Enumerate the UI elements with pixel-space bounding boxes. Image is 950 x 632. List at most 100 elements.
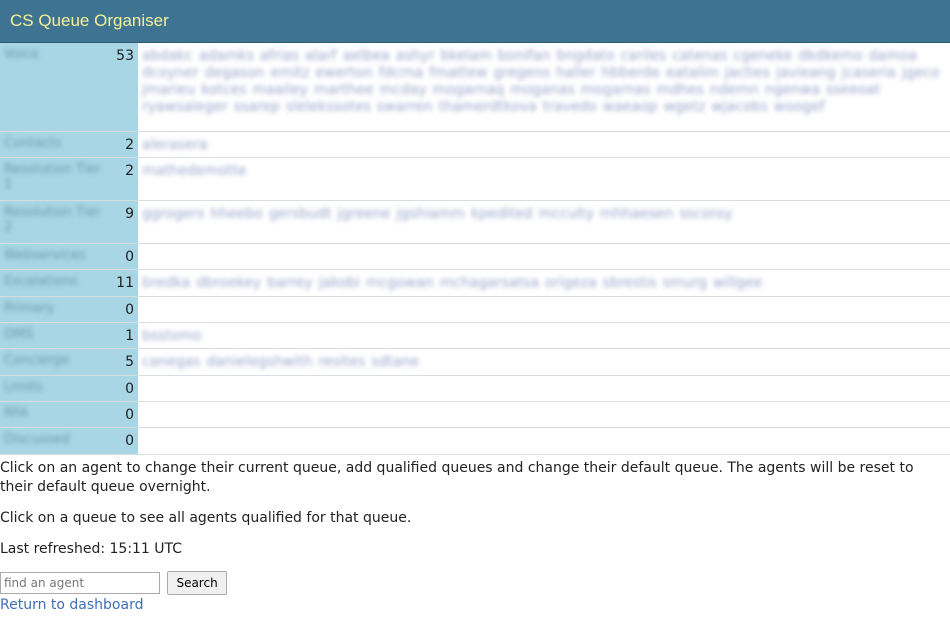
queue-name-cell[interactable]: Voice [0,43,108,132]
agent-link[interactable]: smurg [663,275,707,292]
queue-name-cell[interactable]: Primary [0,296,108,323]
queue-name-cell[interactable]: Discussed [0,427,108,455]
agent-link[interactable]: kpedited [471,206,532,223]
queue-name[interactable]: Contacts [4,136,61,151]
queue-name[interactable]: Discussed [4,432,70,447]
agent-link[interactable]: adamks [199,48,254,65]
agent-link[interactable]: kotces [201,82,246,99]
agent-link[interactable]: ryawsaleger [142,99,228,116]
agent-link[interactable]: maailey [253,82,308,99]
agent-link[interactable]: moganas [510,82,574,99]
agent-link[interactable]: haller [556,65,596,82]
agent-link[interactable]: danielegshwith [207,354,313,371]
queue-name[interactable]: Voice [4,47,39,62]
agent-link[interactable]: wgetz [664,99,706,116]
agent-link[interactable]: ggrogers [142,206,204,223]
agent-link[interactable]: jgshiamm [396,206,465,223]
agent-link[interactable]: aelbea [343,48,390,65]
agent-link[interactable]: cariles [621,48,667,65]
queue-name[interactable]: DMS [4,327,33,342]
agent-link[interactable]: jgeco [902,65,940,82]
agent-link[interactable]: ndemn [710,82,759,99]
agent-link[interactable]: willgee [713,275,762,292]
queue-name[interactable]: RFA [4,406,28,421]
agent-link[interactable]: barrey [267,275,312,292]
queue-name-cell[interactable]: RFA [0,401,108,428]
agent-link[interactable]: ssarep [234,99,280,116]
agent-link[interactable]: eatalim [666,65,719,82]
agent-link[interactable]: mcculty [538,206,594,223]
agent-link[interactable]: emitz [270,65,309,82]
queue-name[interactable]: Resolution Tier 1 [4,162,108,192]
queue-name[interactable]: Resolution Tier 2 [4,205,108,235]
agent-link[interactable]: jgreene [337,206,390,223]
agent-link[interactable]: origeza [545,275,597,292]
agent-link[interactable]: damoa [869,48,917,65]
queue-name-cell[interactable]: Contacts [0,131,108,158]
agent-link[interactable]: fmattew [429,65,487,82]
queue-name[interactable]: Limits [4,380,43,395]
agent-link[interactable]: resites [319,354,366,371]
agent-link[interactable]: mathedemotte [142,163,247,180]
agent-link[interactable]: bkelam [441,48,492,65]
agent-link[interactable]: sdtane [371,354,419,371]
agent-link[interactable]: sscoroy [679,206,732,223]
agent-link[interactable]: degason [205,65,265,82]
agent-link[interactable]: dcoyner [142,65,199,82]
agent-link[interactable]: cgeneke [733,48,792,65]
return-to-dashboard-link[interactable]: Return to dashboard [0,597,143,613]
agent-link[interactable]: mdhes [657,82,704,99]
queue-name-cell[interactable]: Escalations [0,269,108,297]
agent-link[interactable]: fdcrna [379,65,423,82]
agent-link[interactable]: canegas [142,354,201,371]
agent-link[interactable]: bredka [142,275,190,292]
queue-name[interactable]: Escalations [4,274,77,289]
agent-link[interactable]: alerasera [142,137,208,154]
queue-name-cell[interactable]: Webservices [0,243,108,270]
agent-link[interactable]: gersbudt [269,206,332,223]
queue-name-cell[interactable]: Resolution Tier 2 [0,200,108,244]
agent-link[interactable]: mhhaesen [600,206,673,223]
agent-link[interactable]: mcgowan [366,275,434,292]
agent-link[interactable]: mcday [380,82,427,99]
agent-link[interactable]: ashyr [396,48,435,65]
agent-link[interactable]: jcaseria [842,65,896,82]
search-input[interactable] [0,571,160,594]
queue-name[interactable]: Concierge [4,353,69,368]
agent-link[interactable]: dkdkemo [798,48,862,65]
agent-link[interactable]: alarf [305,48,337,65]
agent-link[interactable]: travedo [543,99,597,116]
agent-link[interactable]: wjacobs [711,99,767,116]
queue-name[interactable]: Primary [4,301,54,316]
agent-link[interactable]: jmarieu [142,82,195,99]
search-button[interactable]: Search [167,570,227,595]
agent-link[interactable]: jacties [725,65,770,82]
agent-link[interactable]: bngdato [556,48,614,65]
agent-link[interactable]: sbrestis [603,275,657,292]
agent-link[interactable]: catenas [672,48,727,65]
agent-link[interactable]: mchagarsatsa [440,275,539,292]
agent-link[interactable]: mogarnaq [433,82,505,99]
agent-link[interactable]: bsstomo [142,328,202,345]
queue-name-cell[interactable]: Limits [0,375,108,402]
agent-link[interactable]: mogarnas [581,82,651,99]
agent-link[interactable]: dbroekey [196,275,261,292]
agent-link[interactable]: sseeoat [826,82,880,99]
agent-link[interactable]: woogef [774,99,825,116]
queue-name[interactable]: Webservices [4,248,86,263]
agent-link[interactable]: thamerdtkova [439,99,537,116]
agent-link[interactable]: afrias [260,48,299,65]
agent-link[interactable]: marthee [314,82,374,99]
queue-name-cell[interactable]: DMS [0,322,108,349]
agent-link[interactable]: gregens [493,65,550,82]
agent-link[interactable]: hbberde [602,65,660,82]
agent-link[interactable]: ewerton [315,65,372,82]
agent-link[interactable]: bonifan [498,48,551,65]
agent-link[interactable]: abdakc [142,48,193,65]
queue-name-cell[interactable]: Concierge [0,348,108,376]
agent-link[interactable]: waeaop [603,99,658,116]
agent-link[interactable]: slelekssotes [286,99,371,116]
agent-link[interactable]: hheebo [210,206,262,223]
agent-link[interactable]: javieang [776,65,836,82]
agent-link[interactable]: jakobi [319,275,360,292]
